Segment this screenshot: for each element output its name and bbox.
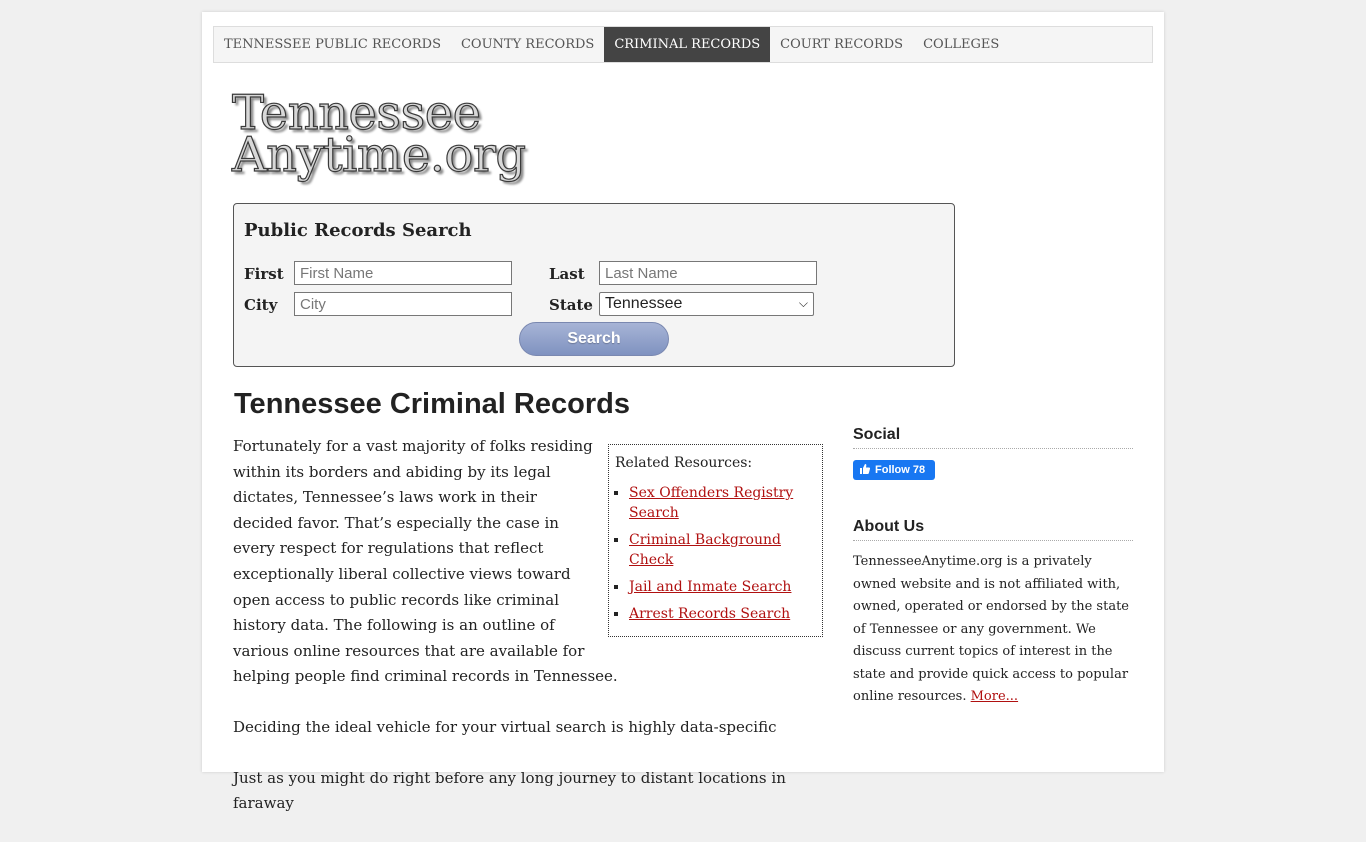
- page-container: TENNESSEE PUBLIC RECORDS COUNTY RECORDS …: [202, 12, 1164, 812]
- nav-court-records[interactable]: COURT RECORDS: [770, 27, 913, 62]
- list-item: Criminal Background Check: [629, 530, 816, 570]
- first-name-label: First: [244, 265, 284, 283]
- search-form-title: Public Records Search: [244, 220, 472, 241]
- link-arrest-records-search[interactable]: Arrest Records Search: [629, 606, 790, 622]
- about-us-description: TennesseeAnytime.org is a privately owne…: [853, 554, 1129, 704]
- public-records-search-form: Public Records Search First Last City St…: [233, 203, 955, 367]
- related-resources-list: Sex Offenders Registry Search Criminal B…: [615, 483, 816, 624]
- last-name-label: Last: [549, 265, 585, 283]
- nav-tennessee-public-records[interactable]: TENNESSEE PUBLIC RECORDS: [214, 27, 451, 62]
- about-us-heading: About Us: [853, 518, 1133, 541]
- state-select-value: Tennessee: [605, 295, 683, 312]
- article-paragraph-2: Deciding the ideal vehicle for your virt…: [233, 717, 777, 736]
- page-title: Tennessee Criminal Records: [234, 388, 630, 420]
- state-select[interactable]: Tennessee ⌵: [599, 292, 814, 316]
- link-jail-and-inmate-search[interactable]: Jail and Inmate Search: [629, 579, 791, 595]
- article-body: Related Resources: Sex Offenders Registr…: [233, 434, 823, 842]
- logo-line-2: Anytime.org: [231, 127, 526, 183]
- list-item: Sex Offenders Registry Search: [629, 483, 816, 523]
- city-label: City: [244, 296, 278, 314]
- social-heading: Social: [853, 426, 1133, 449]
- state-label: State: [549, 296, 593, 314]
- facebook-follow-label: Follow 78: [875, 464, 926, 476]
- last-name-input[interactable]: [599, 261, 817, 285]
- site-logo[interactable]: Tennessee Anytime.org: [231, 88, 526, 183]
- related-resources-title: Related Resources:: [615, 455, 753, 471]
- article-paragraph-3: Just as you might do right before any lo…: [233, 768, 786, 813]
- list-item: Jail and Inmate Search: [629, 577, 816, 597]
- related-resources-box: Related Resources: Sex Offenders Registr…: [608, 444, 823, 637]
- link-criminal-background-check[interactable]: Criminal Background Check: [629, 532, 781, 568]
- chevron-down-icon: ⌵: [798, 296, 808, 310]
- city-input[interactable]: [294, 292, 512, 316]
- about-more-link[interactable]: More...: [971, 689, 1018, 704]
- link-sex-offenders-registry-search[interactable]: Sex Offenders Registry Search: [629, 485, 793, 521]
- top-nav: TENNESSEE PUBLIC RECORDS COUNTY RECORDS …: [213, 26, 1153, 63]
- facebook-follow-button[interactable]: Follow 78: [853, 460, 936, 480]
- nav-criminal-records[interactable]: CRIMINAL RECORDS: [604, 27, 771, 62]
- nav-county-records[interactable]: COUNTY RECORDS: [451, 27, 604, 62]
- sidebar: Social Follow 78 About Us TennesseeAnyti…: [853, 426, 1133, 709]
- search-button[interactable]: Search: [519, 322, 669, 356]
- thumbs-up-icon: [859, 463, 871, 478]
- nav-colleges[interactable]: COLLEGES: [913, 27, 1009, 62]
- about-us-text: TennesseeAnytime.org is a privately owne…: [853, 551, 1133, 709]
- list-item: Arrest Records Search: [629, 604, 816, 624]
- first-name-input[interactable]: [294, 261, 512, 285]
